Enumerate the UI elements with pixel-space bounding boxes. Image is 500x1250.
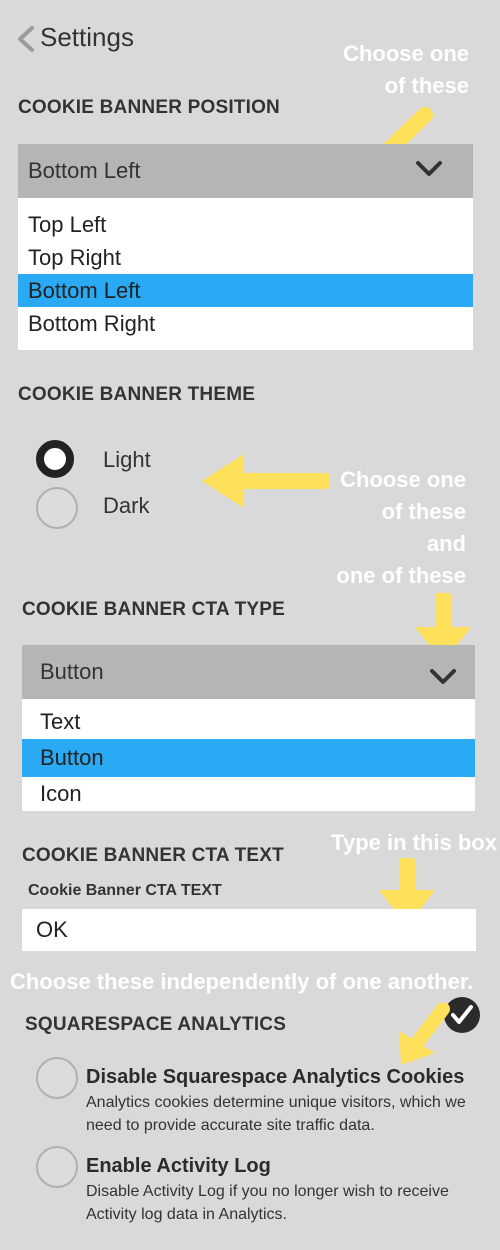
description-line: Activity log data in Analytics. [86, 1206, 287, 1223]
arrow-icon [399, 1003, 450, 1065]
position-option-top-left[interactable]: Top Left [18, 208, 473, 241]
description-line: need to provide accurate site traffic da… [86, 1117, 375, 1134]
cta-type-selected-value: Button [40, 659, 104, 684]
analytics-checkbox-activity-log[interactable] [36, 1146, 78, 1188]
cta-type-select[interactable]: Button [22, 645, 475, 699]
cta-type-heading: COOKIE BANNER CTA TYPE [22, 599, 286, 620]
cta-type-options-list: Text Button Icon [22, 699, 475, 811]
theme-radio-light[interactable] [36, 440, 74, 478]
analytics-heading: SQUARESPACE ANALYTICS [25, 1014, 287, 1035]
chevron-down-icon [415, 160, 443, 183]
cta-text-field-label: Cookie Banner CTA TEXT [28, 882, 222, 899]
annotation-line: and [426, 531, 466, 556]
description-line: Disable Activity Log if you no longer wi… [86, 1183, 449, 1200]
position-selected-value: Bottom Left [28, 158, 141, 183]
cta-type-option-icon[interactable]: Icon [22, 777, 475, 811]
back-chevron-icon[interactable] [14, 26, 38, 52]
analytics-item-description: Analytics cookies determine unique visit… [86, 1091, 466, 1137]
chevron-down-icon [429, 668, 457, 691]
arrow-icon [202, 454, 330, 508]
annotation-line: one of these [336, 563, 466, 588]
theme-heading: COOKIE BANNER THEME [18, 384, 256, 405]
theme-label-light: Light [103, 447, 151, 472]
cta-type-option-text[interactable]: Text [22, 705, 475, 739]
analytics-item-title: Disable Squarespace Analytics Cookies [86, 1066, 465, 1088]
cta-text-input[interactable]: OK [22, 909, 476, 951]
position-heading: COOKIE BANNER POSITION [18, 97, 280, 118]
cta-type-option-button[interactable]: Button [22, 739, 475, 777]
page-title: Settings [40, 22, 134, 52]
cta-text-heading: COOKIE BANNER CTA TEXT [22, 845, 284, 866]
annotation-line: of these [381, 499, 466, 524]
position-option-bottom-right[interactable]: Bottom Right [18, 307, 473, 340]
description-line: Analytics cookies determine unique visit… [86, 1094, 466, 1111]
annotation-line: of these [384, 73, 469, 98]
analytics-checkbox-disable-cookies[interactable] [36, 1057, 78, 1099]
annotation-note: Choose one of these and one of these [336, 464, 466, 592]
annotation-note: Choose one of these [343, 38, 469, 102]
annotation-line: Choose one [340, 467, 466, 492]
theme-radio-dark[interactable] [36, 487, 78, 529]
position-option-top-right[interactable]: Top Right [18, 241, 473, 274]
position-options-list: Top Left Top Right Bottom Left Bottom Ri… [18, 198, 473, 350]
theme-label-dark: Dark [103, 493, 150, 518]
analytics-item-title: Enable Activity Log [86, 1155, 271, 1177]
analytics-item-description: Disable Activity Log if you no longer wi… [86, 1180, 449, 1226]
position-select[interactable]: Bottom Left [18, 144, 473, 198]
annotation-note: Type in this box [331, 830, 497, 855]
position-option-bottom-left[interactable]: Bottom Left [18, 274, 473, 307]
annotation-note: Choose these independently of one anothe… [10, 969, 474, 994]
annotation-line: Choose one [343, 41, 469, 66]
